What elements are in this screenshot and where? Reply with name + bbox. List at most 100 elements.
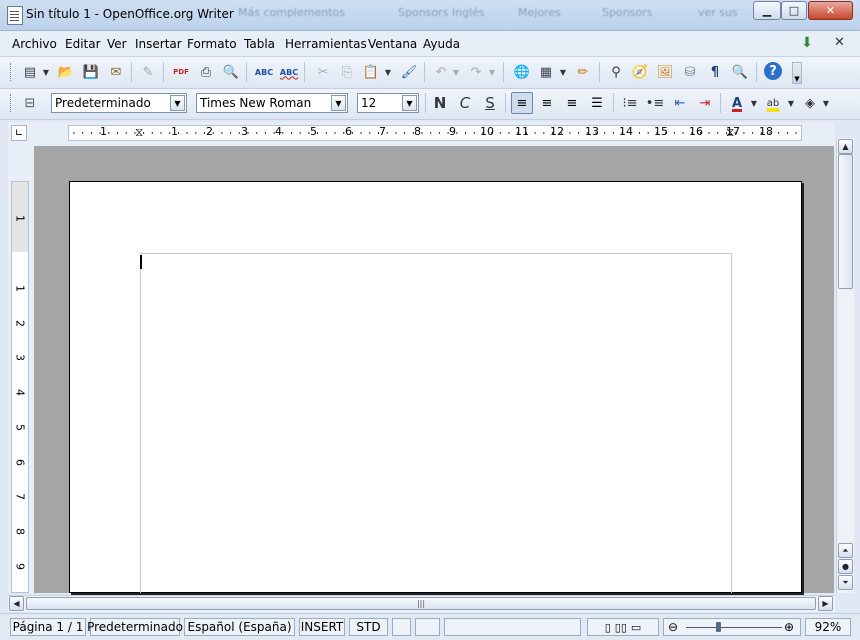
italic-button[interactable]: C [455, 93, 475, 113]
chevron-down-icon[interactable]: ▼ [170, 95, 185, 111]
previous-page-icon[interactable]: ⏶ [838, 543, 853, 558]
print-icon[interactable]: ⎙ [196, 62, 216, 82]
new-icon[interactable]: ▤ [20, 62, 40, 82]
paste-dropdown-icon[interactable]: ▼ [384, 62, 392, 82]
zoom-out-icon[interactable]: ⊖ [668, 620, 678, 634]
increase-indent-icon[interactable]: ⇥ [695, 93, 715, 113]
language-indicator[interactable]: Español (España) [184, 618, 295, 636]
decrease-indent-icon[interactable]: ⇤ [670, 93, 690, 113]
digital-signature-indicator[interactable] [415, 618, 440, 636]
save-icon[interactable]: 💾 [81, 62, 101, 82]
book-view-icon[interactable]: ▭ [631, 621, 641, 634]
table-icon[interactable]: ▦ [536, 62, 556, 82]
navigation-icon[interactable]: ● [838, 559, 853, 574]
page-preview-icon[interactable]: 🔍 [221, 62, 241, 82]
hscroll-thumb[interactable]: ||| [26, 597, 816, 610]
single-page-view-icon[interactable]: ▯ [605, 621, 611, 634]
redo-dropdown-icon[interactable]: ▼ [488, 62, 496, 82]
font-name-select[interactable]: Times New Roman ▼ [196, 93, 348, 113]
menu-tabla[interactable]: Tabla [244, 37, 275, 51]
minimize-button[interactable]: ▁ [753, 1, 781, 20]
close-document-icon[interactable]: ✕ [834, 35, 845, 50]
selection-mode-indicator[interactable]: STD [349, 618, 388, 636]
highlight-icon[interactable]: ab [763, 93, 783, 113]
menu-herramientas[interactable]: Herramientas [285, 37, 367, 51]
font-color-icon[interactable]: A [727, 93, 747, 113]
bullets-icon[interactable]: •≡ [645, 93, 665, 113]
menu-archivo[interactable]: Archivo [12, 37, 57, 51]
two-page-view-icon[interactable]: ▯▯ [615, 621, 627, 634]
next-page-icon[interactable]: ⏷ [838, 575, 853, 590]
find-replace-icon[interactable]: ⚲ [606, 62, 626, 82]
vertical-ruler[interactable]: 1 1 2 3 4 5 6 7 8 9 [11, 181, 29, 593]
toolbar-grip[interactable] [10, 94, 14, 112]
close-button[interactable]: ✕ [808, 1, 853, 20]
align-center-icon[interactable]: ≡ [537, 93, 557, 113]
insert-mode-indicator[interactable]: INSERT [299, 618, 345, 636]
redo-icon[interactable]: ↷ [466, 62, 486, 82]
help-icon[interactable]: ? [764, 62, 782, 80]
tab-stop-type-icon[interactable]: ∟ [11, 125, 27, 141]
data-sources-icon[interactable]: ⛁ [680, 62, 700, 82]
menu-formato[interactable]: Formato [187, 37, 237, 51]
email-icon[interactable]: ✉ [106, 62, 126, 82]
format-paintbrush-icon[interactable]: 🖌 [399, 62, 419, 82]
cut-icon[interactable]: ✂ [313, 62, 333, 82]
highlight-dropdown-icon[interactable]: ▼ [787, 93, 795, 113]
styles-icon[interactable]: ⊟ [20, 93, 40, 113]
gallery-icon[interactable]: 🖼 [655, 62, 675, 82]
spellcheck-icon[interactable]: ABC [254, 62, 274, 82]
open-icon[interactable]: 📂 [56, 62, 76, 82]
menu-ventana[interactable]: Ventana [368, 37, 417, 51]
page-indicator[interactable]: Página 1 / 1 [10, 618, 86, 636]
align-right-icon[interactable]: ≡ [562, 93, 582, 113]
edit-file-icon[interactable]: ✎ [138, 62, 158, 82]
numbering-icon[interactable]: ⁝≡ [620, 93, 640, 113]
paste-icon[interactable]: 📋 [361, 62, 381, 82]
background-color-icon[interactable]: ◈ [800, 93, 820, 113]
background-color-dropdown-icon[interactable]: ▼ [822, 93, 830, 113]
align-left-icon[interactable]: ≡ [511, 92, 533, 114]
menu-editar[interactable]: Editar [65, 37, 101, 51]
table-dropdown-icon[interactable]: ▼ [559, 62, 567, 82]
vertical-scrollbar[interactable]: ▲ ⏶ ● ⏷ [836, 138, 854, 593]
draw-functions-icon[interactable]: ✏ [573, 62, 593, 82]
scroll-right-icon[interactable]: ▶ [818, 596, 833, 611]
underline-button[interactable]: S [480, 93, 500, 113]
undo-dropdown-icon[interactable]: ▼ [452, 62, 460, 82]
hyperlink-icon[interactable]: 🌐 [512, 62, 532, 82]
update-download-icon[interactable]: ⬇ [798, 34, 816, 52]
font-size-select[interactable]: 12 ▼ [357, 93, 419, 113]
zoom-in-icon[interactable]: ⊕ [784, 620, 794, 634]
autospellcheck-icon[interactable]: ABC [279, 62, 299, 82]
menu-ver[interactable]: Ver [107, 37, 127, 51]
menu-ayuda[interactable]: Ayuda [423, 37, 460, 51]
horizontal-scrollbar[interactable]: ◀ ||| ▶ [8, 595, 835, 612]
font-color-dropdown-icon[interactable]: ▼ [750, 93, 758, 113]
copy-icon[interactable]: ⎘ [337, 62, 357, 82]
scroll-thumb[interactable] [838, 154, 853, 289]
chevron-down-icon[interactable]: ▼ [331, 95, 346, 111]
formatting-marks-icon[interactable]: ¶ [705, 62, 725, 82]
paragraph-style-select[interactable]: Predeterminado ▼ [51, 93, 187, 113]
maximize-button[interactable]: □ [781, 1, 807, 20]
zoom-icon[interactable]: 🔍 [730, 62, 750, 82]
page-style-indicator[interactable]: Predeterminado [87, 618, 183, 636]
scroll-left-icon[interactable]: ◀ [9, 596, 24, 611]
zoom-slider[interactable]: ⊖ ⊕ [663, 618, 801, 636]
export-pdf-icon[interactable]: PDF [171, 62, 191, 82]
bold-button[interactable]: N [430, 93, 450, 113]
toolbar-overflow-icon[interactable]: ▼ [792, 62, 802, 84]
new-dropdown-icon[interactable]: ▼ [42, 62, 50, 82]
justify-icon[interactable]: ☰ [587, 93, 607, 113]
zoom-thumb[interactable] [715, 622, 721, 632]
toolbar-grip[interactable] [10, 63, 14, 81]
undo-icon[interactable]: ↶ [431, 62, 451, 82]
zoom-level[interactable]: 92% [805, 618, 851, 636]
scroll-up-icon[interactable]: ▲ [838, 139, 853, 154]
menu-insertar[interactable]: Insertar [135, 37, 182, 51]
indent-marker-icon[interactable]: ⧖ [135, 126, 147, 140]
chevron-down-icon[interactable]: ▼ [402, 95, 417, 111]
horizontal-ruler[interactable]: ⧖ ⧖ 1 1 2 3 4 5 6 7 8 9 10 11 12 13 14 1… [68, 125, 802, 141]
navigator-icon[interactable]: 🧭 [630, 62, 650, 82]
